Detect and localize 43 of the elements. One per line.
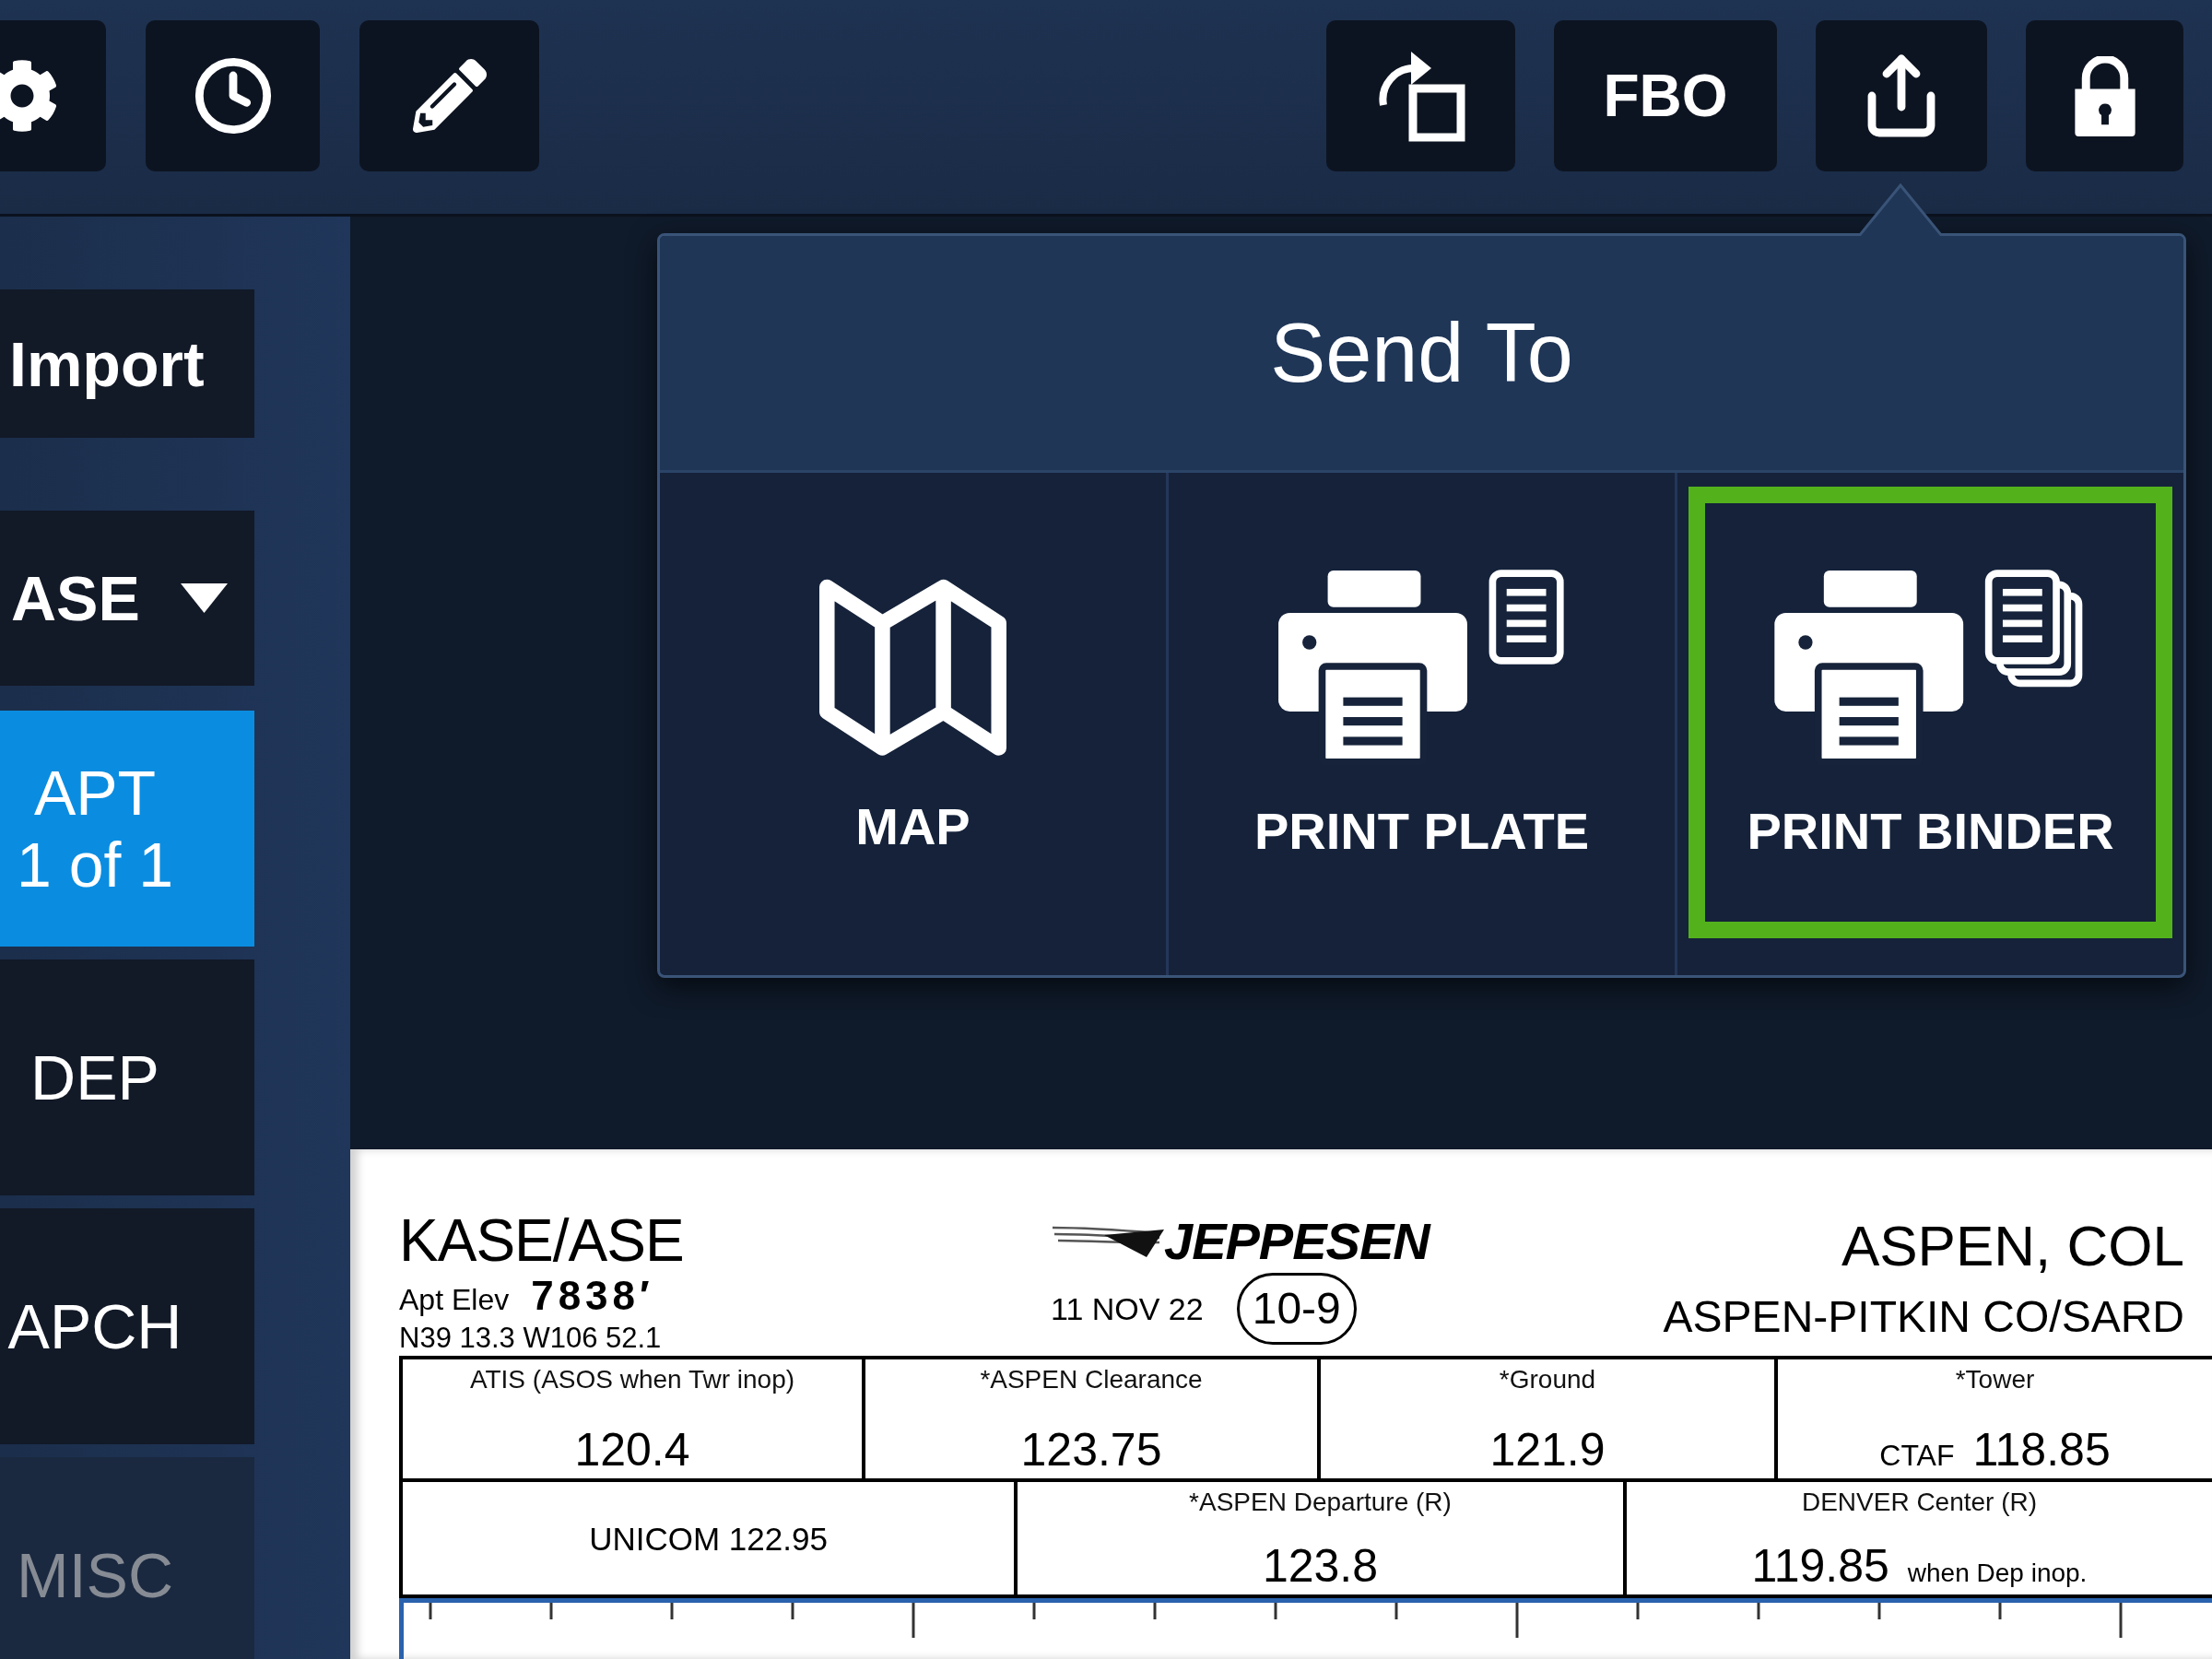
frequency-value: 123.75: [1020, 1427, 1162, 1473]
city-name: ASPEN, COL: [1841, 1218, 2184, 1275]
frequency-label: *ASPEN Departure (R): [1189, 1489, 1452, 1515]
caret-icon: [180, 583, 228, 613]
frequency-label: *ASPEN Clearance: [980, 1367, 1203, 1393]
send-option[interactable]: MAP: [671, 487, 1155, 938]
frequency-prefix: CTAF: [1879, 1441, 1955, 1470]
settings-icon: [0, 59, 59, 133]
send-option[interactable]: PRINT BINDER: [1688, 487, 2172, 938]
airport-selector[interactable]: ASE: [0, 511, 254, 686]
chart-number: 10-9: [1236, 1273, 1357, 1345]
send-option[interactable]: PRINT PLATE: [1180, 487, 1664, 938]
frequency-value: 119.85: [1751, 1543, 1889, 1589]
frequency-label: DENVER Center (R): [1801, 1489, 2038, 1515]
sidebar-tab[interactable]: APCH: [0, 1208, 254, 1444]
lock-button[interactable]: [2026, 20, 2183, 171]
chart-date: 11 NOV 22: [1051, 1293, 1204, 1324]
elevation-value: 7838′: [531, 1276, 654, 1316]
edit-button[interactable]: [359, 20, 539, 171]
coordinates: N39 13.3 W106 52.1: [399, 1324, 662, 1352]
pencil-icon: [412, 59, 487, 133]
frequency-note: when Dep inop.: [1907, 1560, 2088, 1586]
popover-title: Send To: [1270, 312, 1573, 394]
frequency-value: 121.9: [1489, 1427, 1606, 1473]
sidebar-tab[interactable]: DEP: [0, 959, 254, 1195]
airport-ident: KASE/ASE: [399, 1211, 684, 1270]
elevation-label: Apt Elev: [399, 1285, 510, 1314]
share-button[interactable]: [1816, 20, 1987, 171]
publisher-logo-text: JEPPESEN: [1164, 1216, 1430, 1267]
swoosh-logo-icon: [1051, 1224, 1164, 1259]
sidebar-tab[interactable]: APT 1 of 1: [0, 711, 254, 947]
history-button[interactable]: [146, 20, 320, 171]
airport-name: ASPEN-PITKIN CO/SARD: [1663, 1295, 2184, 1339]
frequency-label: ATIS (ASOS when Twr inop): [469, 1367, 795, 1393]
frequency-note: UNICOM 122.95: [589, 1522, 828, 1555]
import-button[interactable]: Import: [0, 289, 254, 438]
fbo-button[interactable]: FBO: [1554, 20, 1777, 171]
frequency-label: *Tower: [1955, 1367, 2035, 1393]
frequency-value: 118.85: [1972, 1427, 2111, 1473]
frequency-value: 123.8: [1262, 1543, 1379, 1589]
frequency-value: 120.4: [574, 1427, 690, 1473]
frequency-label: *Ground: [1499, 1367, 1596, 1393]
rotate-button[interactable]: [1326, 20, 1515, 171]
